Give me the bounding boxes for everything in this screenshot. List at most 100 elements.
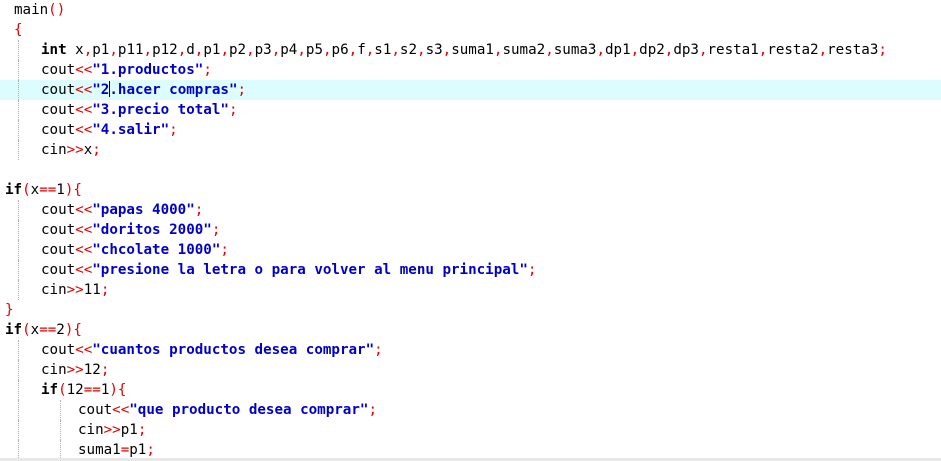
token-operator: ; (169, 122, 178, 138)
code-line[interactable]: { (0, 20, 941, 40)
indent-guide (18, 240, 19, 260)
code-text: cout<<"que producto desea comprar"; (78, 400, 377, 420)
token-identifier: p3 (254, 42, 272, 58)
token-operator: ){ (64, 182, 82, 198)
token-operator: , (83, 42, 93, 58)
token-identifier: resta2 (767, 42, 819, 58)
token-operator: << (112, 402, 130, 418)
token-operator: == (39, 322, 57, 338)
token-identifier: x (66, 42, 84, 58)
code-line[interactable]: main() (0, 0, 941, 20)
token-operator: , (365, 42, 375, 58)
token-identifier: suma1 (451, 42, 494, 58)
token-identifier: x (83, 142, 93, 158)
token-identifier: cout (41, 62, 76, 78)
token-operator: >> (66, 362, 84, 378)
token-identifier: resta3 (827, 42, 879, 58)
token-operator: } (5, 302, 14, 318)
code-line[interactable]: suma1=p1; (0, 440, 941, 458)
code-line[interactable]: cin>>12; (0, 360, 941, 380)
code-text: cin>>x; (41, 140, 101, 160)
token-operator: , (417, 42, 426, 58)
code-line[interactable]: cout<<"presione la letra o para volver a… (0, 260, 941, 280)
indent-guide (60, 440, 61, 458)
token-keyword: if (5, 182, 23, 198)
token-operator: = (120, 442, 130, 458)
code-text: cin>>11; (41, 280, 109, 300)
token-identifier: cout (41, 222, 76, 238)
indent-guide (18, 100, 19, 120)
token-operator: ; (237, 82, 247, 98)
token-identifier: p12 (152, 42, 178, 58)
indent-guide (18, 200, 19, 220)
token-keyword: if (41, 382, 59, 398)
code-line[interactable]: cout<<"doritos 2000"; (0, 220, 941, 240)
token-operator: ; (203, 62, 212, 78)
code-line[interactable]: cout<<"4.salir"; (0, 120, 941, 140)
code-line[interactable]: cin>>x; (0, 140, 941, 160)
token-operator: ( (58, 382, 67, 398)
code-text: } (5, 300, 14, 320)
code-line[interactable]: cout<<"que producto desea comprar"; (0, 400, 941, 420)
code-line[interactable]: cout<<"1.productos"; (0, 60, 941, 80)
token-operator: >> (66, 282, 84, 298)
code-line[interactable]: cout<<"chcolate 1000"; (0, 240, 941, 260)
token-operator: () (48, 2, 66, 18)
token-identifier: cin (41, 362, 67, 378)
token-operator: , (143, 42, 153, 58)
code-line-current[interactable]: cout<<"2.hacer compras"; (0, 80, 941, 100)
indent-guide (18, 420, 19, 440)
code-line[interactable]: cout<<"3.precio total"; (0, 100, 941, 120)
code-text: if(x==2){ (5, 320, 82, 340)
token-identifier: cout (41, 102, 76, 118)
code-line[interactable]: cout<<"papas 4000"; (0, 200, 941, 220)
token-identifier: cout (41, 82, 76, 98)
indent-guide (60, 420, 61, 440)
token-operator: << (75, 242, 93, 258)
token-operator: ( (22, 182, 31, 198)
token-operator: << (75, 82, 93, 98)
token-string: "2 (92, 82, 110, 98)
token-identifier: s2 (399, 42, 418, 58)
token-identifier: p1 (129, 442, 147, 458)
token-identifier: cout (41, 342, 76, 358)
token-operator: ; (100, 282, 110, 298)
code-line[interactable]: cin>>p1; (0, 420, 941, 440)
code-line[interactable]: if(x==1){ (0, 180, 941, 200)
token-identifier: cin (78, 422, 104, 438)
token-operator: ; (194, 202, 204, 218)
code-line[interactable] (0, 160, 941, 180)
indent-guide (18, 380, 19, 400)
code-text: cin>>12; (41, 360, 109, 380)
code-line[interactable]: cin>>11; (0, 280, 941, 300)
token-operator: << (75, 222, 93, 238)
token-operator: ( (22, 322, 31, 338)
token-string: "presione la letra o para volver al menu… (92, 262, 528, 278)
token-string: "3.precio total" (92, 102, 229, 118)
token-operator: ){ (109, 382, 127, 398)
code-editor[interactable]: main(){int x,p1,p11,p12,d,p1,p2,p3,p4,p5… (0, 0, 941, 458)
token-identifier: suma2 (502, 42, 546, 58)
token-operator: ; (137, 422, 147, 438)
code-line[interactable]: int x,p1,p11,p12,d,p1,p2,p3,p4,p5,p6,f,s… (0, 40, 941, 60)
indent-guide (18, 260, 19, 280)
indent-guide (18, 360, 19, 380)
token-operator: , (177, 42, 187, 58)
token-identifier: cout (41, 242, 76, 258)
token-operator: ; (527, 262, 537, 278)
token-operator: , (818, 42, 828, 58)
token-identifier: p1 (203, 42, 221, 58)
code-line[interactable]: if(12==1){ (0, 380, 941, 400)
token-operator: , (109, 42, 118, 58)
token-operator: , (297, 42, 306, 58)
token-operator: ; (100, 362, 110, 378)
token-identifier: 12 (66, 382, 84, 398)
code-line[interactable]: cout<<"cuantos productos desea comprar"; (0, 340, 941, 360)
token-operator: , (323, 42, 332, 58)
token-operator: << (75, 262, 93, 278)
indent-guide (18, 340, 19, 360)
token-identifier: p4 (280, 42, 298, 58)
code-line[interactable]: if(x==2){ (0, 320, 941, 340)
code-line[interactable]: } (0, 300, 941, 320)
token-identifier: p6 (331, 42, 349, 58)
